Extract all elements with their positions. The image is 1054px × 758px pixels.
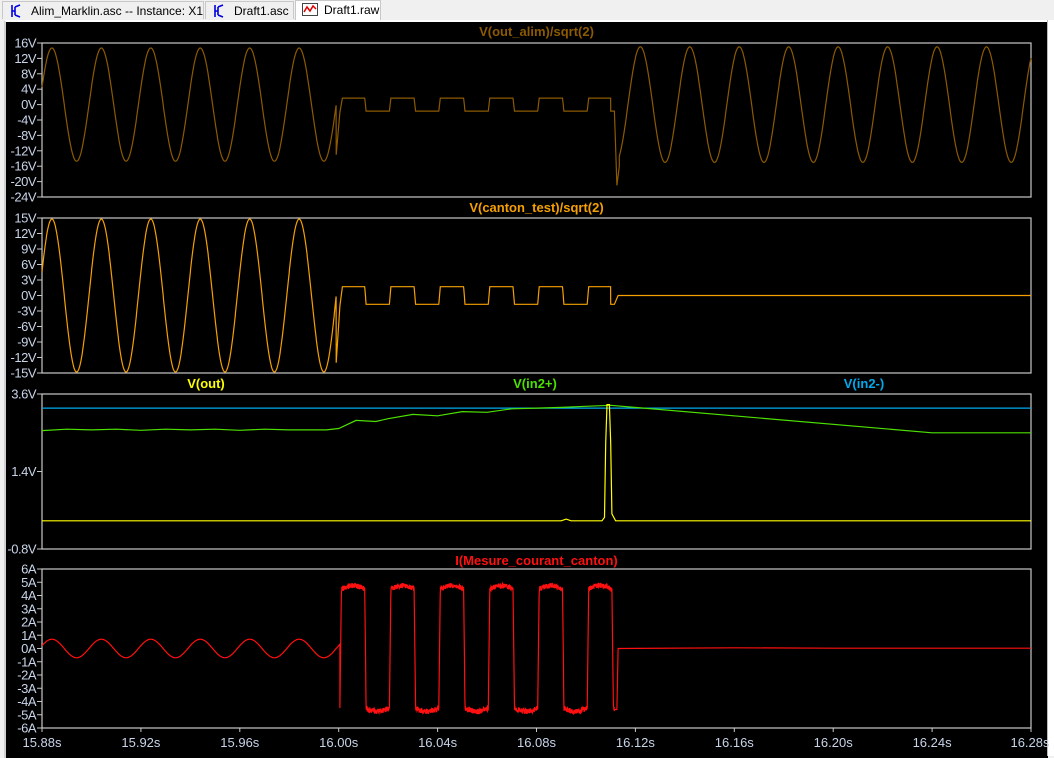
trace-label[interactable]: V(in2+) [513, 376, 557, 391]
y-tick-label: -3V [17, 304, 37, 319]
x-tick-label: 15.88s [22, 735, 62, 750]
y-tick-label: 3.6V [11, 387, 37, 402]
y-tick-label: -12V [11, 143, 37, 158]
x-tick-label: 16.20s [814, 735, 854, 750]
trace-label[interactable]: V(out_alim)/sqrt(2) [479, 24, 594, 39]
y-tick-label: 8V [21, 66, 37, 81]
y-tick-label: -9V [17, 335, 37, 350]
trace-label[interactable]: V(canton_test)/sqrt(2) [469, 200, 603, 215]
x-tick-label: 15.92s [121, 735, 161, 750]
trace-v-in2[interactable] [41, 404, 1031, 434]
y-tick-label: -6V [17, 319, 37, 334]
x-tick-label: 16.28s [1010, 735, 1050, 750]
trace-v-canton-test-sqrt-2[interactable] [41, 218, 1031, 373]
y-tick-label: 16V [14, 36, 36, 51]
y-tick-label: 15V [14, 211, 36, 226]
trace-label[interactable]: I(Mesure_courant_canton) [455, 553, 618, 568]
y-tick-label: 6V [21, 257, 37, 272]
y-tick-label: -8V [17, 128, 37, 143]
y-tick-label: 1.4V [11, 464, 37, 479]
y-tick-label: 0V [21, 97, 37, 112]
y-tick-label: 0V [21, 288, 37, 303]
x-tick-label: 16.12s [616, 735, 656, 750]
x-tick-label: 16.00s [319, 735, 359, 750]
trace-i-mesure-courant-canton[interactable] [41, 581, 1031, 716]
pane-1: 16V12V8V4V0V-4V-8V-12V-16V-20V-24V V(out_… [11, 24, 1032, 205]
trace-v-out-alim-sqrt-2[interactable] [41, 46, 1032, 186]
y-tick-label: 12V [14, 51, 36, 66]
y-tick-label: 12V [14, 226, 36, 241]
y-tick-label: -20V [11, 174, 37, 189]
x-tick-label: 15.96s [220, 735, 260, 750]
x-tick-label: 16.04s [418, 735, 458, 750]
x-tick-label: 16.24s [913, 735, 953, 750]
y-tick-label: 4V [21, 82, 37, 97]
y-tick-label: -12V [11, 350, 37, 365]
plot-frame [41, 393, 1032, 550]
y-tick-label: -16V [11, 159, 37, 174]
trace-v-out[interactable] [42, 404, 1031, 522]
y-tick-label: 9V [21, 242, 37, 257]
plot-frame [41, 42, 1032, 198]
y-tick-label: -6A [17, 721, 37, 736]
pane-2: 15V12V9V6V3V0V-3V-6V-9V-12V-15V V(canton_… [11, 200, 1032, 381]
x-tick-label: 16.08s [517, 735, 557, 750]
y-tick-label: -4V [17, 113, 37, 128]
y-tick-label: -0.8V [7, 542, 36, 557]
x-tick-label: 16.16s [715, 735, 755, 750]
waveform-plots[interactable]: 16V12V8V4V0V-4V-8V-12V-16V-20V-24VV(out_… [0, 0, 1054, 756]
trace-label[interactable]: V(out) [187, 376, 225, 391]
y-tick-label: -24V [11, 190, 37, 205]
y-tick-label: -15V [11, 366, 37, 381]
pane-3: 3.6V 1.4V -0.8V V(out) V(in2+) V(in2-) [7, 376, 1032, 557]
trace-label[interactable]: V(in2-) [844, 376, 884, 391]
pane-4: 6A5A4A3A2A1A0A-1A-2A-3A-4A-5A-6A15.88s 15… [17, 553, 1050, 750]
y-tick-label: 3V [21, 273, 37, 288]
